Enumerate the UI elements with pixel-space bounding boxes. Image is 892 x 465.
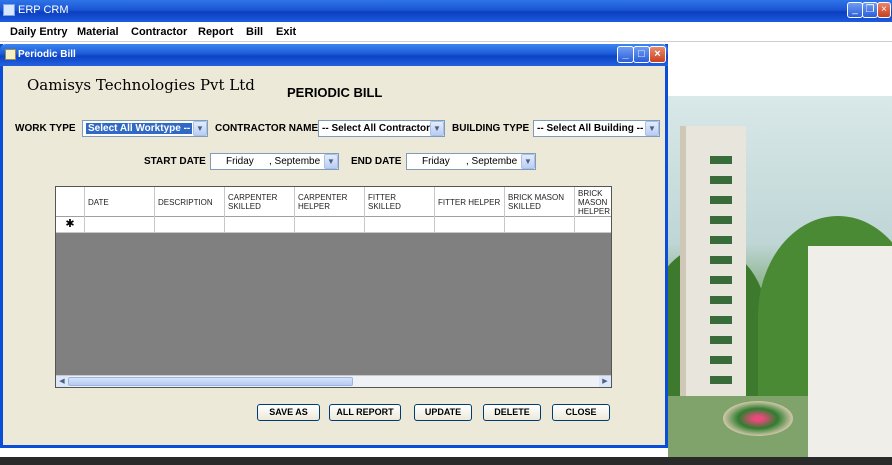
cell-date[interactable] xyxy=(85,217,155,232)
cell-brick-mason-helper[interactable] xyxy=(575,217,611,232)
scroll-right-icon[interactable]: ▶ xyxy=(599,376,611,387)
maximize-icon[interactable]: □ xyxy=(633,46,650,63)
horizontal-scrollbar[interactable]: ◀ ▶ xyxy=(56,375,611,387)
work-type-select[interactable]: Select All Worktype -- ▼ xyxy=(82,120,208,137)
table-row[interactable]: ✱ xyxy=(56,217,611,233)
column-description[interactable]: DESCRIPTION xyxy=(155,187,225,217)
new-row-marker: ✱ xyxy=(56,217,85,232)
column-brick-mason-helper[interactable]: BRICK MASON HELPER xyxy=(575,187,611,217)
scrollbar-thumb[interactable] xyxy=(68,377,353,386)
cell-description[interactable] xyxy=(155,217,225,232)
dropdown-arrow-icon[interactable]: ▼ xyxy=(430,121,444,136)
restore-icon[interactable]: ❐ xyxy=(862,2,878,18)
app-title-bar: ERP CRM _ ❐ × xyxy=(0,0,892,22)
update-button[interactable]: UPDATE xyxy=(414,404,472,421)
app-title: ERP CRM xyxy=(18,4,69,16)
close-button[interactable]: CLOSE xyxy=(552,404,610,421)
periodic-bill-dialog: Periodic Bill _ □ × Oamisys Technologies… xyxy=(0,44,668,448)
cell-carpenter-helper[interactable] xyxy=(295,217,365,232)
column-fitter-skilled[interactable]: FITTER SKILLED xyxy=(365,187,435,217)
column-date[interactable]: DATE xyxy=(85,187,155,217)
contractor-select[interactable]: -- Select All Contractor ▼ xyxy=(318,120,445,137)
grid-header-row: DATE DESCRIPTION CARPENTER SKILLED CARPE… xyxy=(56,187,611,217)
dialog-icon xyxy=(5,49,16,60)
minimize-icon[interactable]: _ xyxy=(847,2,863,18)
background-building-image xyxy=(668,96,892,465)
contractor-name-label: CONTRACTOR NAME xyxy=(215,123,319,134)
all-report-button[interactable]: ALL REPORT xyxy=(329,404,401,421)
menu-daily-entry[interactable]: Daily Entry xyxy=(10,26,67,38)
column-carpenter-skilled[interactable]: CARPENTER SKILLED xyxy=(225,187,295,217)
delete-button[interactable]: DELETE xyxy=(483,404,541,421)
work-type-label: WORK TYPE xyxy=(15,123,76,134)
dialog-title-bar: Periodic Bill _ □ × xyxy=(0,44,668,66)
end-date-picker[interactable]: Friday , Septembe ▼ xyxy=(406,153,536,170)
column-fitter-helper[interactable]: FITTER HELPER xyxy=(435,187,505,217)
dropdown-arrow-icon[interactable]: ▼ xyxy=(645,121,659,136)
menu-bar: Daily Entry Material Contractor Report B… xyxy=(0,22,892,42)
column-carpenter-helper[interactable]: CARPENTER HELPER xyxy=(295,187,365,217)
dialog-title: Periodic Bill xyxy=(18,49,76,60)
dropdown-arrow-icon[interactable]: ▼ xyxy=(193,121,207,136)
menu-material[interactable]: Material xyxy=(77,26,119,38)
menu-bill[interactable]: Bill xyxy=(246,26,263,38)
save-as-button[interactable]: SAVE AS xyxy=(257,404,320,421)
dropdown-arrow-icon[interactable]: ▼ xyxy=(324,154,338,169)
cell-fitter-helper[interactable] xyxy=(435,217,505,232)
app-icon xyxy=(3,4,15,16)
start-date-label: START DATE xyxy=(144,156,206,167)
cell-brick-mason-skilled[interactable] xyxy=(505,217,575,232)
menu-contractor[interactable]: Contractor xyxy=(131,26,187,38)
building-type-label: BUILDING TYPE xyxy=(452,123,530,134)
column-brick-mason-skilled[interactable]: BRICK MASON SKILLED xyxy=(505,187,575,217)
dropdown-arrow-icon[interactable]: ▼ xyxy=(521,154,535,169)
cell-fitter-skilled[interactable] xyxy=(365,217,435,232)
minimize-icon[interactable]: _ xyxy=(617,46,634,63)
cell-carpenter-skilled[interactable] xyxy=(225,217,295,232)
scroll-left-icon[interactable]: ◀ xyxy=(56,376,68,387)
row-header-corner xyxy=(56,187,85,217)
company-name: Oamisys Technologies Pvt Ltd xyxy=(27,76,255,94)
mdi-background xyxy=(668,42,892,96)
close-icon[interactable]: × xyxy=(877,2,891,18)
bill-data-grid[interactable]: DATE DESCRIPTION CARPENTER SKILLED CARPE… xyxy=(55,186,612,388)
menu-exit[interactable]: Exit xyxy=(276,26,296,38)
background-strip xyxy=(0,457,892,465)
menu-report[interactable]: Report xyxy=(198,26,233,38)
building-type-select[interactable]: -- Select All Building -- ▼ xyxy=(533,120,660,137)
close-icon[interactable]: × xyxy=(649,46,666,63)
start-date-picker[interactable]: Friday , Septembe ▼ xyxy=(210,153,339,170)
end-date-label: END DATE xyxy=(351,156,402,167)
page-title: PERIODIC BILL xyxy=(287,85,383,100)
